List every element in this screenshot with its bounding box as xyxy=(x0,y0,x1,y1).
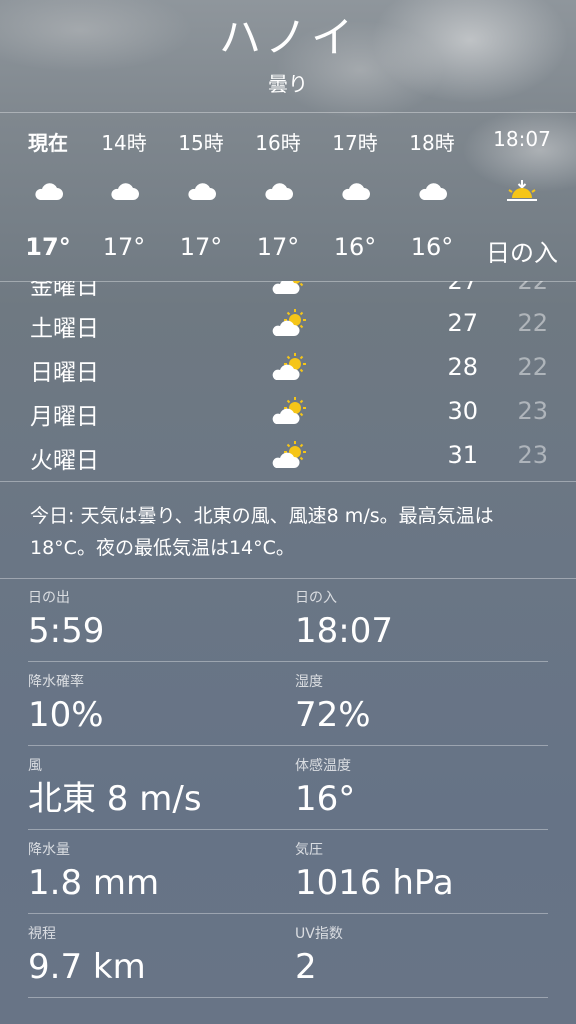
detail-row: 降水確率 10% 湿度 72% xyxy=(28,662,548,746)
summary-text: 今日: 天気は曇り、北東の風、風速8 m/s。最高気温は18°C。夜の最低気温は… xyxy=(30,505,494,559)
hour-time: 15時 xyxy=(178,131,224,155)
detail-wind: 風 北東 8 m/s xyxy=(28,756,202,821)
hour-time: 14時 xyxy=(101,131,147,155)
cloud-icon xyxy=(111,183,139,200)
partly-cloudy-icon xyxy=(272,441,306,468)
hour-label: 日の入 xyxy=(486,239,558,267)
day-high: 27 xyxy=(447,309,478,337)
day-low: 22 xyxy=(517,353,548,381)
hour-temp: 17° xyxy=(102,233,146,261)
detail-label: 気圧 xyxy=(295,842,323,858)
detail-label: 風 xyxy=(28,758,42,774)
day-name: 月曜日 xyxy=(30,404,99,430)
detail-label: 降水量 xyxy=(28,842,70,858)
hour-temp: 16° xyxy=(410,233,454,261)
hourly-item: 14時 17° xyxy=(84,113,164,281)
hourly-item: 18:07 日の入 xyxy=(482,113,562,281)
detail-sunset: 日の入 18:07 xyxy=(295,588,393,653)
hour-temp: 17° xyxy=(179,233,223,261)
header: ハノイ 曇り xyxy=(0,12,576,97)
detail-label: 降水確率 xyxy=(28,674,84,690)
partly-cloudy-icon xyxy=(272,281,304,294)
detail-row: 視程 9.7 km UV指数 2 xyxy=(28,914,548,998)
detail-humidity: 湿度 72% xyxy=(295,672,371,737)
hour-time: 現在 xyxy=(28,131,68,155)
hourly-item: 18時 16° xyxy=(392,113,472,281)
day-high: 28 xyxy=(447,353,478,381)
detail-value: 72% xyxy=(295,695,371,735)
partly-cloudy-icon xyxy=(272,353,306,380)
day-name: 火曜日 xyxy=(30,448,99,474)
detail-row: 風 北東 8 m/s 体感温度 16° xyxy=(28,746,548,830)
current-condition: 曇り xyxy=(268,72,308,96)
hourly-forecast[interactable]: 現在 17° 14時 17° 15時 17° 16時 17° 17時 16° 1… xyxy=(0,112,576,282)
weather-details[interactable]: 日の出 5:59 日の入 18:07 降水確率 10% 湿度 72% 風 北東 … xyxy=(28,578,548,998)
daily-row: 金曜日 27 22 xyxy=(0,281,576,303)
partly-cloudy-icon xyxy=(272,309,306,336)
day-low: 22 xyxy=(517,309,548,337)
cloud-icon xyxy=(342,183,370,200)
hourly-item: 17時 16° xyxy=(315,113,395,281)
daily-row: 土曜日 27 22 xyxy=(0,301,576,345)
hour-time: 17時 xyxy=(332,131,378,155)
hour-time: 18:07 xyxy=(493,127,551,151)
detail-value: 9.7 km xyxy=(28,947,146,987)
detail-pressure: 気圧 1016 hPa xyxy=(295,840,454,905)
detail-value: 北東 8 m/s xyxy=(28,779,202,819)
detail-value: 1016 hPa xyxy=(295,863,454,903)
detail-label: 湿度 xyxy=(295,674,323,690)
partly-cloudy-icon xyxy=(272,397,306,424)
detail-value: 2 xyxy=(295,947,317,987)
detail-row: 降水量 1.8 mm 気圧 1016 hPa xyxy=(28,830,548,914)
detail-sunrise: 日の出 5:59 xyxy=(28,588,104,653)
detail-label: 体感温度 xyxy=(295,758,351,774)
detail-label: 日の入 xyxy=(295,590,337,606)
detail-precipitation: 降水量 1.8 mm xyxy=(28,840,159,905)
daily-row: 月曜日 30 23 xyxy=(0,389,576,433)
hourly-item: 16時 17° xyxy=(238,113,318,281)
day-low: 23 xyxy=(517,397,548,425)
day-low: 22 xyxy=(517,281,548,295)
day-name: 土曜日 xyxy=(30,316,99,342)
cloud-icon xyxy=(265,183,293,200)
day-high: 30 xyxy=(447,397,478,425)
hourly-item: 15時 17° xyxy=(161,113,241,281)
day-low: 23 xyxy=(517,441,548,469)
day-high: 27 xyxy=(447,281,478,295)
detail-value: 1.8 mm xyxy=(28,863,160,903)
sunset-icon xyxy=(507,180,537,201)
hour-temp: 16° xyxy=(333,233,377,261)
detail-uv-index: UV指数 2 xyxy=(295,924,343,989)
hour-time: 16時 xyxy=(255,131,301,155)
daily-forecast[interactable]: 金曜日 27 22 土曜日 27 22 日曜日 28 22 月曜日 30 23 … xyxy=(0,281,576,481)
daily-row: 日曜日 28 22 xyxy=(0,345,576,389)
cloud-icon xyxy=(35,183,63,200)
detail-label: 視程 xyxy=(28,926,56,942)
day-name: 日曜日 xyxy=(30,360,99,386)
detail-value: 10% xyxy=(28,695,104,735)
cloud-icon xyxy=(188,183,216,200)
city-name: ハノイ xyxy=(218,13,357,62)
detail-feels-like: 体感温度 16° xyxy=(295,756,355,821)
daily-row: 火曜日 31 23 xyxy=(0,433,576,477)
detail-label: UV指数 xyxy=(295,926,343,942)
cloud-icon xyxy=(419,183,447,200)
day-high: 31 xyxy=(447,441,478,469)
hour-temp: 17° xyxy=(25,233,71,261)
detail-value: 18:07 xyxy=(295,611,393,651)
detail-value: 5:59 xyxy=(28,611,105,651)
detail-label: 日の出 xyxy=(28,590,70,606)
hourly-item: 現在 17° xyxy=(8,113,88,281)
hour-time: 18時 xyxy=(409,131,455,155)
detail-visibility: 視程 9.7 km xyxy=(28,924,146,989)
detail-row: 日の出 5:59 日の入 18:07 xyxy=(28,578,548,662)
today-summary: 今日: 天気は曇り、北東の風、風速8 m/s。最高気温は18°C。夜の最低気温は… xyxy=(0,481,576,579)
hour-temp: 17° xyxy=(256,233,300,261)
detail-precip-chance: 降水確率 10% xyxy=(28,672,104,737)
day-name: 金曜日 xyxy=(30,281,99,300)
detail-value: 16° xyxy=(295,779,356,819)
